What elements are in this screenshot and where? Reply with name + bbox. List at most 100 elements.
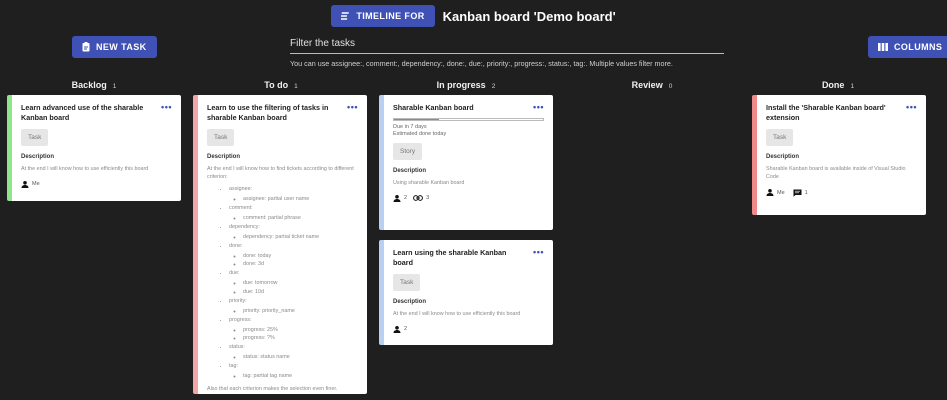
list-item: progress: progress: 25%progress: ?% bbox=[229, 317, 358, 342]
description-outro: Also that each criterion makes the selec… bbox=[207, 386, 338, 393]
timeline-button[interactable]: TIMELINE FOR bbox=[331, 5, 435, 27]
task-type-chip: Task bbox=[393, 274, 421, 292]
column-count: 1 bbox=[850, 83, 855, 90]
list-item: due: tomorrow bbox=[243, 279, 358, 287]
task-type-chip: Task bbox=[21, 129, 49, 147]
person-icon bbox=[21, 180, 29, 188]
description-heading: Description bbox=[393, 168, 427, 175]
column-name: Backlog bbox=[71, 80, 107, 90]
description-text: Sharable Kanban board is available insid… bbox=[766, 166, 906, 180]
list-item: due: 10d bbox=[243, 288, 358, 296]
person-icon bbox=[393, 325, 401, 333]
new-task-label: NEW TASK bbox=[96, 42, 147, 52]
filter-input[interactable]: Filter the tasks bbox=[290, 38, 724, 52]
person-icon bbox=[766, 189, 774, 197]
card-footer: Me 1 bbox=[766, 189, 917, 197]
more-icon[interactable]: ••• bbox=[347, 103, 358, 112]
column-header-review: Review 0 bbox=[632, 80, 673, 90]
timeline-icon bbox=[341, 12, 350, 20]
task-type-chip: Story bbox=[393, 143, 423, 161]
card-title: Learn to use the filtering of tasks in s… bbox=[207, 103, 329, 123]
filter-underline bbox=[290, 53, 724, 54]
card-footer: 2 3 bbox=[393, 194, 544, 202]
column-name: To do bbox=[264, 80, 289, 90]
card-footer: Me bbox=[21, 180, 172, 188]
estimate-text: Estimated done today bbox=[393, 131, 447, 138]
task-type-chip: Task bbox=[207, 129, 235, 147]
list-item: dependency: dependency: partial ticket n… bbox=[229, 224, 358, 241]
task-card-backlog[interactable]: Learn advanced use of the sharable Kanba… bbox=[7, 95, 181, 201]
columns-icon bbox=[878, 43, 888, 51]
description-heading: Description bbox=[21, 154, 55, 161]
progress-bar bbox=[393, 118, 544, 122]
timeline-label: TIMELINE FOR bbox=[356, 11, 425, 21]
columns-button[interactable]: COLUMNS bbox=[868, 36, 947, 58]
list-item: dependency: partial ticket name bbox=[243, 233, 358, 241]
list-item: progress: 25% bbox=[243, 326, 358, 334]
column-header-backlog: Backlog 1 bbox=[72, 80, 117, 90]
more-icon[interactable]: ••• bbox=[161, 103, 172, 112]
list-item: tag: partial tag name bbox=[243, 372, 358, 380]
link-count: 3 bbox=[426, 195, 430, 202]
description-text: At the end I will know how to use effici… bbox=[21, 166, 149, 173]
list-item: assignee: assignee: partial user name bbox=[229, 186, 358, 203]
list-item: tag: tag: partial tag name bbox=[229, 363, 358, 380]
assignee-count: 2 bbox=[404, 326, 408, 333]
comment-icon bbox=[793, 189, 802, 197]
column-count: 0 bbox=[668, 83, 673, 90]
list-item: done: 3d bbox=[243, 260, 358, 268]
list-item: comment: comment: partial phrase bbox=[229, 205, 358, 222]
comment-count: 1 bbox=[804, 189, 808, 196]
filter-help-text: You can use assignee:, comment:, depende… bbox=[290, 59, 673, 68]
task-card-todo[interactable]: Learn to use the filtering of tasks in s… bbox=[193, 95, 367, 394]
column-name: Done bbox=[821, 80, 845, 90]
board-title: Kanban board 'Demo board' bbox=[442, 8, 616, 24]
description-text: Using sharable Kanban board bbox=[393, 180, 465, 187]
list-item: status: status: status name bbox=[229, 344, 358, 361]
description-heading: Description bbox=[207, 154, 241, 161]
column-header-done: Done 1 bbox=[822, 80, 854, 90]
description-text: At the end I will know how to find ticke… bbox=[207, 166, 354, 180]
person-icon bbox=[393, 194, 401, 202]
link-icon bbox=[413, 195, 423, 202]
task-type-chip: Task bbox=[766, 129, 794, 147]
card-title: Install the 'Sharable Kanban board' exte… bbox=[766, 103, 886, 123]
more-icon[interactable]: ••• bbox=[533, 103, 544, 112]
new-task-button[interactable]: NEW TASK bbox=[72, 36, 157, 58]
list-item: assignee: partial user name bbox=[243, 195, 358, 203]
column-header-todo: To do 1 bbox=[264, 80, 297, 90]
task-card-done[interactable]: Install the 'Sharable Kanban board' exte… bbox=[752, 95, 926, 215]
assignee-name: Me bbox=[777, 189, 785, 196]
progress-bar-fill bbox=[394, 119, 439, 121]
column-name: In progress bbox=[436, 80, 486, 90]
description-heading: Description bbox=[766, 154, 800, 161]
card-title: Sharable Kanban board bbox=[393, 103, 474, 112]
add-task-icon bbox=[82, 42, 90, 52]
card-title: Learn using the sharable Kanban board bbox=[393, 248, 507, 268]
more-icon[interactable]: ••• bbox=[906, 103, 917, 112]
assignee-count: 2 bbox=[404, 195, 408, 202]
description-text: At the end I will know how to use effici… bbox=[393, 311, 521, 318]
columns-label: COLUMNS bbox=[894, 42, 943, 52]
assignee-name: Me bbox=[32, 181, 40, 188]
column-count: 1 bbox=[294, 83, 298, 90]
column-header-in-progress: In progress 2 bbox=[437, 80, 496, 90]
filter-field[interactable]: Filter the tasks You can use assignee:, … bbox=[290, 38, 724, 68]
task-card-in-progress-1[interactable]: Sharable Kanban board ••• Due in 7 days … bbox=[379, 95, 553, 230]
list-item: priority: priority_name bbox=[243, 307, 358, 315]
list-item: progress: ?% bbox=[243, 334, 358, 342]
description-heading: Description bbox=[393, 299, 427, 306]
list-item: done: today bbox=[243, 252, 358, 260]
list-item: status: status name bbox=[243, 353, 358, 361]
list-item: done: done: todaydone: 3d bbox=[229, 243, 358, 268]
more-icon[interactable]: ••• bbox=[533, 248, 544, 257]
list-item: priority: priority: priority_name bbox=[229, 298, 358, 315]
top-bar: TIMELINE FOR Kanban board 'Demo board' bbox=[0, 4, 947, 28]
list-item: due: due: tomorrowdue: 10d bbox=[229, 270, 358, 295]
column-count: 1 bbox=[112, 83, 117, 90]
card-footer: 2 bbox=[393, 325, 544, 333]
filter-criteria-list: assignee: assignee: partial user name co… bbox=[229, 186, 358, 380]
task-card-in-progress-2[interactable]: Learn using the sharable Kanban board ••… bbox=[379, 240, 553, 345]
card-title: Learn advanced use of the sharable Kanba… bbox=[21, 103, 144, 123]
column-name: Review bbox=[631, 80, 663, 90]
